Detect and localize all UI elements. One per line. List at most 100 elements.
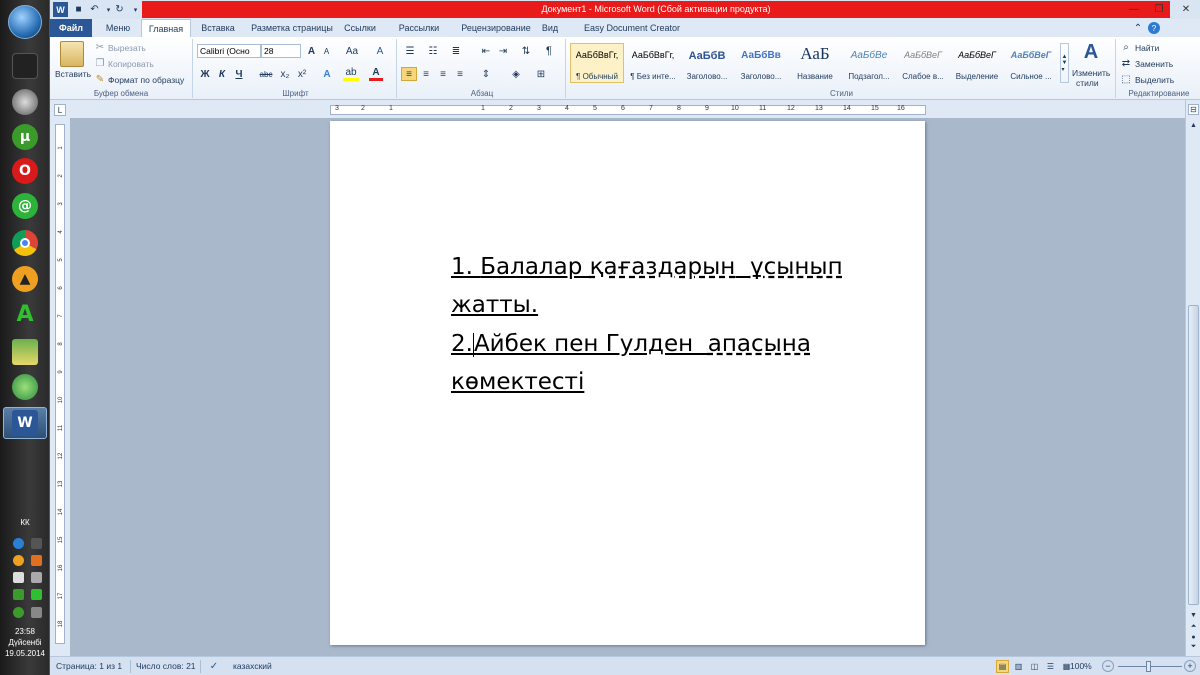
bullets-icon[interactable]: ☰ — [403, 44, 417, 58]
style-heading-2[interactable]: АаБбВв Заголово... — [734, 43, 788, 83]
tray-icon[interactable] — [13, 589, 24, 600]
proofing-icon[interactable]: ✓ — [208, 660, 220, 672]
zoom-level[interactable]: 100% — [1070, 661, 1092, 671]
strikethrough-button[interactable]: abc — [257, 67, 275, 81]
clock-time[interactable]: 23:58 — [0, 627, 50, 637]
style-title[interactable]: АаБ Название — [788, 43, 842, 83]
previous-page-icon[interactable]: ⏶ — [1188, 622, 1199, 632]
taskbar-app-folder[interactable] — [3, 336, 47, 368]
decrease-indent-icon[interactable]: ⇤ — [479, 44, 493, 58]
line-spacing-icon[interactable]: ⇕ — [477, 67, 495, 81]
taskbar-utorrent[interactable]: µ — [3, 121, 47, 153]
taskbar-app-1[interactable] — [3, 50, 47, 82]
style-heading-1[interactable]: АаБбВ Заголово... — [680, 43, 734, 83]
browse-object-icon[interactable]: ● — [1188, 632, 1199, 642]
full-screen-reading-icon[interactable]: ▥ — [1012, 660, 1025, 673]
bold-button[interactable]: Ж — [199, 67, 211, 81]
tab-view[interactable]: Вид — [530, 19, 570, 37]
utorrent-tray-icon[interactable] — [13, 607, 24, 618]
help-icon[interactable]: ? — [1148, 22, 1160, 34]
volume-icon[interactable] — [31, 572, 42, 583]
change-styles-button-line2[interactable]: стили — [1076, 78, 1099, 88]
taskbar-app-a[interactable]: A — [3, 298, 47, 330]
tab-home[interactable]: Главная — [141, 19, 191, 37]
styles-scroll-icon[interactable]: ▲ ▼ ▾ — [1060, 43, 1069, 83]
format-painter-button[interactable]: Формат по образцу — [108, 75, 184, 85]
align-center-icon[interactable]: ≡ — [419, 67, 433, 81]
tray-icon[interactable] — [31, 555, 42, 566]
underline-button[interactable]: Ч — [233, 67, 245, 81]
style-subtitle[interactable]: АаБбВе Подзагол... — [842, 43, 896, 83]
taskbar-app-2[interactable] — [3, 86, 47, 118]
clear-formatting-button[interactable]: A — [373, 44, 387, 58]
spellcheck-word[interactable]: ұсынып — [750, 254, 843, 280]
font-name-combo[interactable]: Calibri (Осно — [197, 44, 261, 58]
change-styles-button-line1[interactable]: Изменить — [1072, 68, 1110, 78]
zoom-in-icon[interactable]: + — [1184, 660, 1196, 672]
scroll-down-icon[interactable]: ▼ — [1188, 610, 1199, 621]
align-right-icon[interactable]: ≡ — [436, 67, 450, 81]
tab-selector-icon[interactable]: L — [54, 104, 66, 116]
print-layout-icon[interactable]: ▤ — [996, 660, 1009, 673]
vertical-scrollbar[interactable]: ⊟ ▲ ▼ ⏶ ● ⏷ — [1185, 100, 1200, 656]
show-formatting-button[interactable]: ¶ — [542, 44, 556, 58]
paste-button[interactable]: Вставить — [55, 69, 91, 79]
vruler-bar[interactable]: 1 2 3 4 5 6 7 8 9 10 11 12 13 14 15 16 1… — [55, 124, 65, 644]
tray-icon[interactable] — [31, 589, 42, 600]
taskbar-aimp[interactable]: ▲ — [3, 263, 47, 295]
scroll-up-icon[interactable]: ▲ — [1188, 120, 1199, 131]
shading-icon[interactable]: ◈ — [507, 67, 525, 81]
increase-indent-icon[interactable]: ⇥ — [496, 44, 510, 58]
shrink-font-button[interactable]: A — [320, 44, 333, 58]
replace-button[interactable]: Заменить — [1135, 59, 1173, 69]
sort-icon[interactable]: ⇅ — [519, 44, 533, 58]
multilevel-list-icon[interactable]: ≣ — [449, 44, 463, 58]
copy-button[interactable]: Копировать — [108, 59, 154, 69]
document-page[interactable]: 1. Балалар қағаздарын ұсынып жатты. 2.Ай… — [330, 121, 925, 645]
taskbar-mail-agent[interactable]: @ — [3, 190, 47, 222]
language-indicator[interactable]: казахский — [233, 661, 272, 671]
horizontal-ruler[interactable]: L 3 2 1 1 2 3 4 5 6 7 8 9 10 11 12 13 14… — [50, 100, 1200, 118]
ruler-toggle-icon[interactable]: ⊟ — [1188, 104, 1199, 115]
numbering-icon[interactable]: ☷ — [426, 44, 440, 58]
scrollbar-thumb[interactable] — [1188, 305, 1199, 605]
start-button[interactable] — [4, 2, 46, 42]
text-effects-button[interactable]: A — [320, 67, 334, 81]
outline-icon[interactable]: ☰ — [1044, 660, 1057, 673]
select-button[interactable]: Выделить — [1135, 75, 1174, 85]
zoom-slider-handle[interactable] — [1146, 661, 1151, 672]
ruler-bar[interactable]: 3 2 1 1 2 3 4 5 6 7 8 9 10 11 12 13 14 1… — [330, 105, 926, 115]
undo-icon[interactable]: ↶ — [88, 3, 101, 16]
tray-icon[interactable] — [13, 555, 24, 566]
subscript-button[interactable]: x₂ — [278, 67, 292, 81]
superscript-button[interactable]: x² — [295, 67, 309, 81]
italic-button[interactable]: К — [216, 67, 228, 81]
tab-references[interactable]: Ссылки — [340, 19, 380, 37]
spellcheck-word[interactable]: қағаздарын — [590, 254, 736, 280]
cut-button[interactable]: Вырезать — [108, 43, 146, 53]
restore-icon[interactable]: ❐ — [1150, 2, 1168, 17]
highlight-button[interactable]: ab — [343, 67, 359, 81]
style-normal[interactable]: АаБбВвГг, ¶ Обычный — [570, 43, 624, 83]
find-button[interactable]: Найти — [1135, 43, 1159, 53]
style-subtle-emphasis[interactable]: АаБбВеГ Слабое в... — [896, 43, 950, 83]
font-color-button[interactable]: A — [369, 67, 383, 81]
ribbon-collapse-icon[interactable]: ⌃ — [1132, 22, 1144, 34]
minimize-icon[interactable]: — — [1125, 2, 1143, 17]
style-intense-emphasis[interactable]: АаБбВеГ Сильное ... — [1004, 43, 1058, 83]
style-no-spacing[interactable]: АаБбВвГг, ¶ Без инте... — [626, 43, 680, 83]
taskbar-word[interactable]: W — [3, 407, 47, 439]
tray-icon[interactable] — [31, 538, 42, 549]
paste-icon[interactable] — [60, 41, 84, 67]
network-icon[interactable] — [13, 538, 24, 549]
document-line-4[interactable]: көмектесті — [451, 369, 584, 395]
next-page-icon[interactable]: ⏷ — [1188, 642, 1199, 652]
customize-qat-icon[interactable]: ▾ — [129, 3, 142, 16]
close-icon[interactable]: ✕ — [1175, 2, 1197, 17]
save-icon[interactable]: ■ — [72, 3, 85, 16]
tab-insert[interactable]: Вставка — [193, 19, 243, 37]
tab-page-layout[interactable]: Разметка страницы — [246, 19, 338, 37]
tray-language[interactable]: КК — [0, 518, 50, 528]
web-layout-icon[interactable]: ◫ — [1028, 660, 1041, 673]
font-size-combo[interactable]: 28 — [261, 44, 301, 58]
